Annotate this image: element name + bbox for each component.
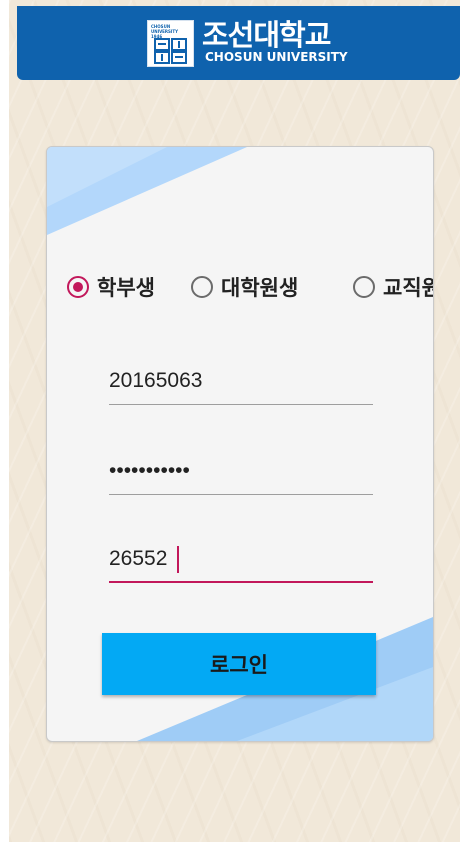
radio-label: 대학원생 xyxy=(221,276,299,300)
third-input[interactable] xyxy=(109,539,373,579)
radio-undergraduate[interactable]: 학부생 xyxy=(67,263,155,311)
login-card: 학부생 대학원생 교직원 로그인 xyxy=(46,146,434,742)
field-underline xyxy=(109,404,373,405)
password-field[interactable] xyxy=(109,451,373,495)
university-name-english: CHOSUN UNIVERSITY xyxy=(205,50,348,64)
university-seal: CHOSUN UNIVERSITY 1946 xyxy=(147,20,194,67)
seal-emblem-icon xyxy=(154,38,187,64)
app-header: CHOSUN UNIVERSITY 1946 조선대학교 CHOSUN UNIVER… xyxy=(17,6,460,80)
field-underline-focused xyxy=(109,581,373,583)
radio-unselected-icon[interactable] xyxy=(191,276,213,298)
field-underline xyxy=(109,494,373,495)
text-caret xyxy=(177,546,179,573)
university-name-korean: 조선대학교 xyxy=(202,18,331,52)
radio-staff[interactable]: 교직원 xyxy=(353,263,433,311)
radio-label: 학부생 xyxy=(97,276,155,300)
app-screen: CHOSUN UNIVERSITY 1946 조선대학교 CHOSUN UNIVER… xyxy=(9,0,460,842)
radio-unselected-icon[interactable] xyxy=(353,276,375,298)
third-field[interactable] xyxy=(109,539,373,583)
radio-label: 교직원 xyxy=(383,276,433,300)
student-id-input[interactable] xyxy=(109,361,373,401)
seal-text: CHOSUN UNIVERSITY 1946 xyxy=(151,24,178,39)
user-type-selector: 학부생 대학원생 교직원 xyxy=(47,263,433,311)
student-id-field[interactable] xyxy=(109,361,373,405)
radio-graduate[interactable]: 대학원생 xyxy=(191,263,298,311)
login-button[interactable]: 로그인 xyxy=(102,633,376,695)
password-input[interactable] xyxy=(109,451,373,491)
radio-selected-icon[interactable] xyxy=(67,276,89,298)
